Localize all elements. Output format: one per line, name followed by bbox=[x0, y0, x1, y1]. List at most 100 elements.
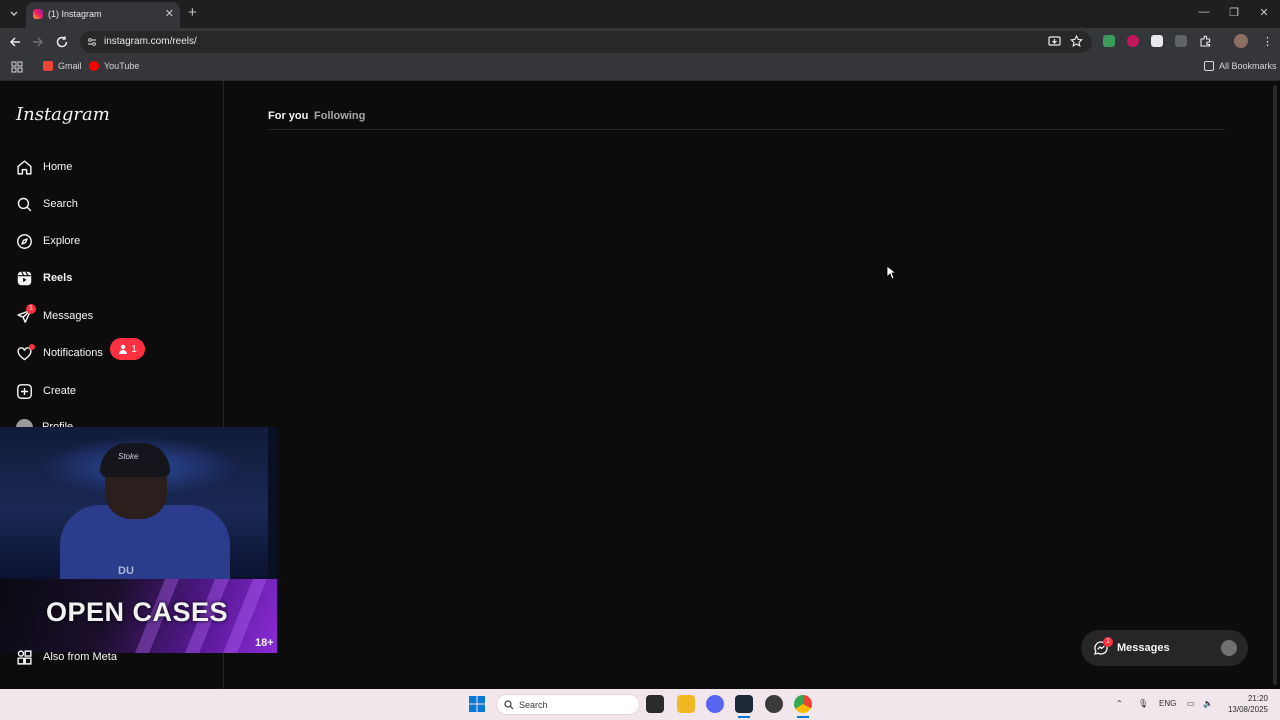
forward-icon[interactable] bbox=[31, 35, 45, 49]
taskbar-search-label: Search bbox=[519, 700, 548, 710]
gmail-icon bbox=[43, 61, 53, 71]
extension-glasses-icon[interactable] bbox=[1151, 35, 1163, 47]
promo-title: OPEN CASES bbox=[46, 597, 229, 627]
chrome-icon[interactable] bbox=[794, 695, 812, 713]
nav-home[interactable]: Home bbox=[16, 156, 72, 178]
all-bookmarks-label: All Bookmarks bbox=[1219, 61, 1277, 71]
messages-pill-badge: 1 bbox=[1103, 637, 1113, 647]
conversation-avatar bbox=[1221, 640, 1237, 656]
bookmark-gmail[interactable]: Gmail bbox=[43, 61, 82, 71]
plus-square-icon bbox=[17, 383, 32, 399]
bookmark-youtube[interactable]: YouTube bbox=[89, 61, 139, 71]
windows-taskbar bbox=[0, 689, 1280, 720]
browser-tab[interactable]: (1) Instagram ✕ bbox=[26, 2, 180, 28]
cap-text: Stoke bbox=[118, 452, 139, 461]
feed-divider bbox=[268, 129, 1225, 130]
instagram-logo[interactable]: Instagram bbox=[16, 104, 110, 125]
nav-label: Home bbox=[43, 161, 73, 173]
scrollbar-thumb[interactable] bbox=[1273, 85, 1277, 685]
nav-label: Search bbox=[43, 198, 78, 210]
age-rating: 18+ bbox=[255, 637, 274, 649]
youtube-icon bbox=[89, 61, 99, 71]
webcam-feed: Stoke DU bbox=[0, 427, 268, 579]
chrome-active-indicator bbox=[797, 716, 809, 718]
nav-label: Create bbox=[43, 385, 77, 397]
taskbar-search[interactable]: Search bbox=[496, 694, 640, 715]
search-icon bbox=[504, 700, 514, 710]
extensions-puzzle-icon[interactable] bbox=[1199, 35, 1212, 48]
nav-label: Messages bbox=[43, 310, 94, 322]
nav-reels[interactable]: Reels bbox=[16, 267, 72, 289]
game-app-icon[interactable] bbox=[765, 695, 783, 713]
nav-label: Also from Meta bbox=[43, 651, 117, 663]
browser-menu-icon[interactable]: ⋮ bbox=[1262, 35, 1273, 48]
discord-icon[interactable] bbox=[706, 695, 724, 713]
mouse-cursor-icon bbox=[886, 265, 896, 280]
file-explorer-icon[interactable] bbox=[677, 695, 695, 713]
url-text[interactable]: instagram.com/reels/ bbox=[104, 36, 197, 47]
notification-pill-count: 1 bbox=[131, 343, 137, 355]
messages-floating-button[interactable]: 1 Messages bbox=[1081, 630, 1248, 666]
instagram-favicon-icon bbox=[33, 9, 43, 19]
reload-icon[interactable] bbox=[55, 35, 69, 49]
reels-icon bbox=[17, 270, 32, 285]
home-icon bbox=[17, 159, 32, 175]
address-bar[interactable] bbox=[80, 31, 1092, 53]
browser-tab-strip: (1) Instagram ✕ + — ❐ ✕ bbox=[0, 0, 1280, 28]
apps-grid-icon[interactable] bbox=[11, 61, 23, 73]
extension-shield-icon[interactable] bbox=[1103, 35, 1115, 47]
messages-badge: 1 bbox=[26, 304, 36, 314]
microphone-icon[interactable]: 🎙 bbox=[1138, 699, 1148, 708]
network-icon[interactable]: ▭ bbox=[1187, 699, 1195, 708]
clock-time: 21:20 bbox=[1247, 694, 1268, 703]
jersey-number: DU bbox=[118, 565, 134, 577]
tab-following[interactable]: Following bbox=[314, 110, 365, 122]
new-tab-button[interactable]: + bbox=[188, 5, 197, 21]
meta-apps-icon bbox=[17, 649, 32, 665]
all-bookmarks[interactable]: All Bookmarks bbox=[1204, 61, 1277, 71]
extension-s-icon[interactable] bbox=[1175, 35, 1187, 47]
tray-overflow-icon[interactable]: ⌃ bbox=[1116, 699, 1123, 708]
system-clock[interactable]: 21:20 13/08/2025 bbox=[1222, 693, 1268, 715]
back-icon[interactable] bbox=[8, 35, 22, 49]
folder-icon bbox=[1204, 61, 1214, 71]
window-close-button[interactable]: ✕ bbox=[1257, 6, 1271, 19]
person-icon bbox=[119, 344, 128, 354]
bookmarks-bar bbox=[0, 56, 1280, 81]
promo-banner: OPEN CASES 18+ bbox=[0, 579, 277, 653]
stream-overlay: Stoke DU OPEN CASES 18+ bbox=[0, 427, 277, 653]
steam-active-indicator bbox=[738, 716, 750, 718]
search-icon bbox=[17, 197, 32, 211]
profile-avatar[interactable] bbox=[1234, 34, 1248, 48]
bookmark-label: YouTube bbox=[104, 61, 140, 71]
language-indicator[interactable]: ENG bbox=[1159, 699, 1176, 708]
clock-date: 13/08/2025 bbox=[1227, 705, 1268, 714]
restore-button[interactable]: ❐ bbox=[1227, 6, 1241, 19]
nav-create[interactable]: Create bbox=[16, 380, 76, 402]
site-info-icon[interactable] bbox=[86, 36, 98, 48]
task-view-icon[interactable] bbox=[646, 695, 664, 713]
tab-for-you[interactable]: For you bbox=[268, 110, 308, 122]
nav-notifications[interactable]: Notifications bbox=[16, 342, 103, 364]
minimize-button[interactable]: — bbox=[1197, 6, 1211, 18]
nav-search[interactable]: Search bbox=[16, 193, 78, 215]
tab-search-button[interactable] bbox=[6, 6, 22, 22]
nav-explore[interactable]: Explore bbox=[16, 230, 80, 252]
compass-icon bbox=[17, 233, 32, 249]
notification-dot bbox=[29, 344, 35, 350]
nav-label: Explore bbox=[43, 235, 81, 247]
tab-close-icon[interactable]: ✕ bbox=[165, 7, 174, 20]
bookmark-star-icon[interactable] bbox=[1070, 35, 1083, 48]
windows-start-icon[interactable] bbox=[469, 696, 485, 712]
nav-messages[interactable]: 1 Messages bbox=[16, 304, 93, 327]
notification-pill[interactable]: 1 bbox=[110, 338, 145, 360]
nav-also-from-meta[interactable]: Also from Meta bbox=[16, 646, 117, 668]
extension-pink-icon[interactable] bbox=[1127, 35, 1139, 47]
nav-label: Notifications bbox=[43, 347, 103, 359]
bookmark-label: Gmail bbox=[58, 61, 82, 71]
volume-icon[interactable]: 🔈 bbox=[1203, 699, 1213, 708]
install-app-icon[interactable] bbox=[1048, 35, 1061, 48]
steam-icon[interactable] bbox=[735, 695, 753, 713]
nav-label: Reels bbox=[43, 272, 73, 284]
page-scrollbar[interactable] bbox=[1270, 81, 1280, 689]
